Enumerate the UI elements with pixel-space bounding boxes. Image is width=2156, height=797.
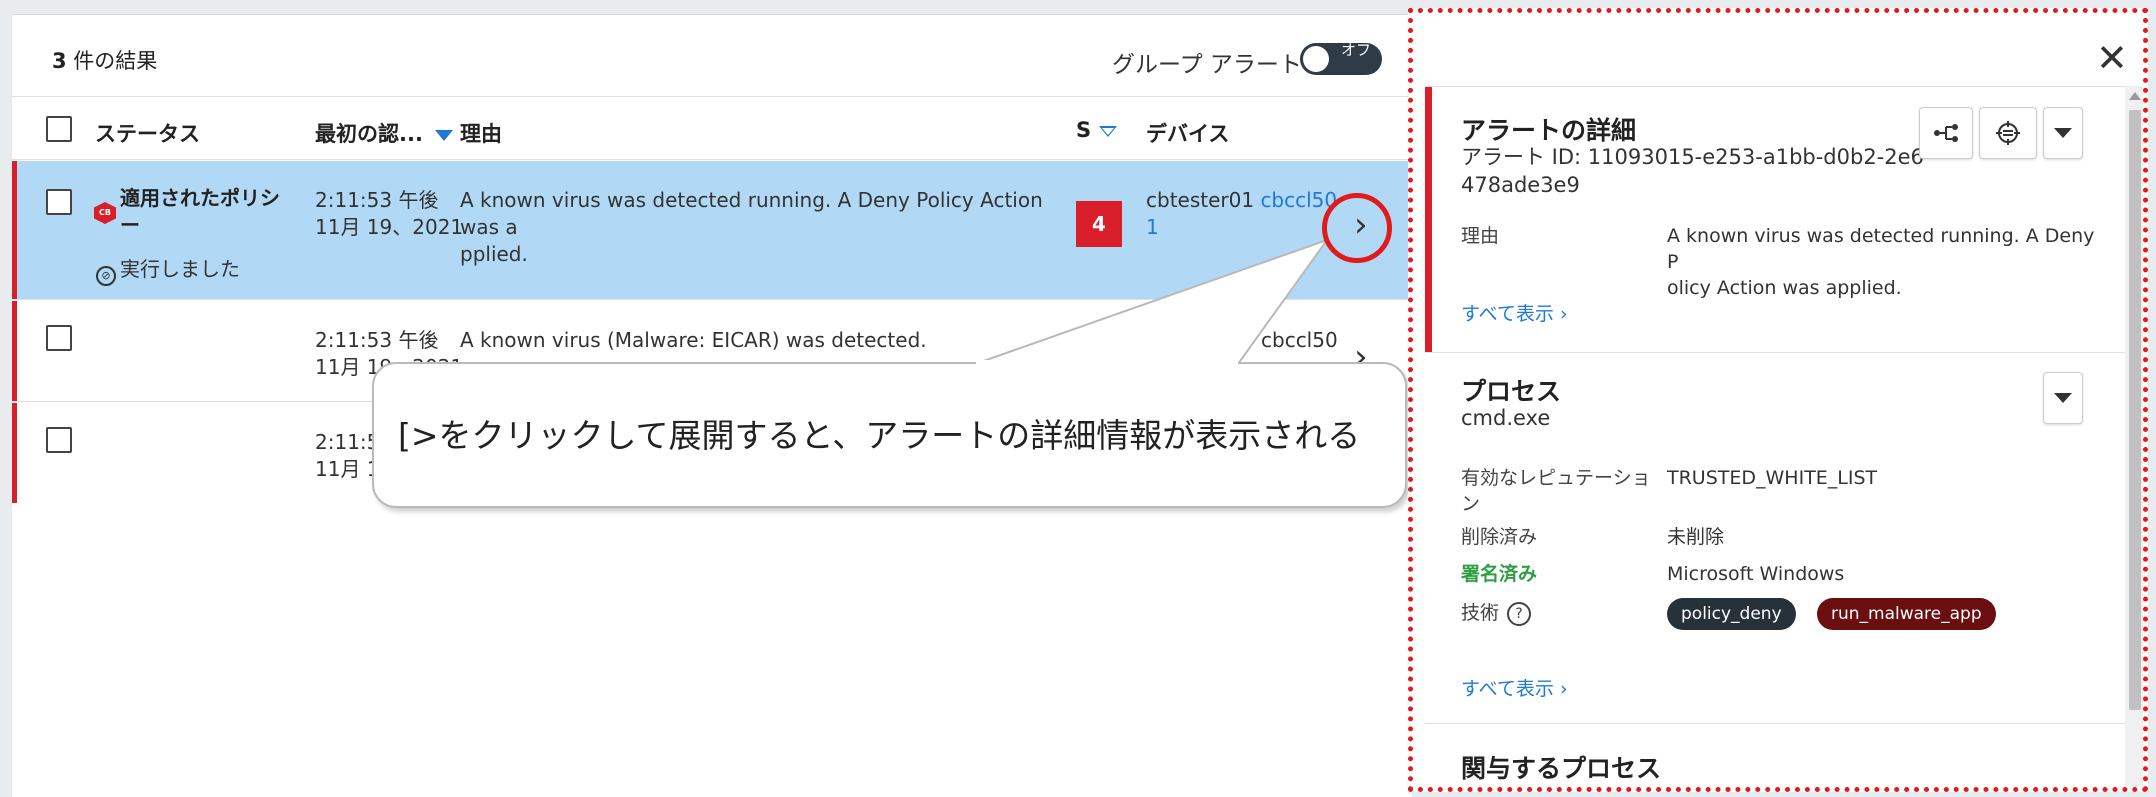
tag-policy-deny[interactable]: policy_deny: [1667, 598, 1796, 630]
process-section: プロセス cmd.exe 有効なレピュテーショ ン TRUSTED_WHITE_…: [1425, 354, 2125, 724]
help-icon[interactable]: ?: [1507, 602, 1532, 626]
annotation-callout: [>をクリックして展開すると、アラートの詳細情報が表示される: [372, 362, 1407, 508]
chevron-right-icon: ›: [1559, 678, 1568, 700]
involved-processes-title: 関与するプロセス: [1461, 754, 1662, 783]
callout-joint: [976, 360, 1238, 366]
actions-dropdown-button[interactable]: [2043, 107, 2083, 159]
alert-id-line-1: アラート ID: 11093015-e253-a1bb-d0b2-2e6: [1461, 145, 1924, 169]
details-scroll-area: アラートの詳細 アラート ID: 11093015-e253-a1bb-d0b2…: [1425, 86, 2125, 787]
alert-id-line-2: 478ade3e9: [1461, 173, 1580, 197]
deleted-value: 未削除: [1667, 526, 1725, 548]
tag-run-malware-app[interactable]: run_malware_app: [1817, 598, 1996, 630]
reputation-value: TRUSTED_WHITE_LIST: [1667, 467, 1878, 489]
reason-line-2: olicy Action was applied.: [1667, 277, 1902, 299]
reason-label: 理由: [1461, 225, 1500, 247]
process-title: プロセス: [1461, 377, 1562, 406]
alert-id: アラート ID: 11093015-e253-a1bb-d0b2-2e6 478…: [1461, 143, 1924, 199]
signed-value: Microsoft Windows: [1667, 563, 1845, 585]
show-all-link[interactable]: すべて表示 ›: [1461, 299, 1568, 326]
reputation-label: 有効なレピュテーショ ン: [1461, 465, 1651, 517]
scroll-up-icon[interactable]: [2129, 92, 2141, 100]
app-root: 3 件の結果 グループ アラート オフ ステータス 最初の認... 理由 S デ…: [0, 0, 2156, 797]
process-dropdown-button[interactable]: [2043, 372, 2083, 424]
process-tree-icon: [1934, 124, 1958, 142]
chevron-down-icon: [2054, 393, 2072, 403]
investigate-button[interactable]: [1979, 107, 2037, 159]
signed-label: 署名済み: [1461, 563, 1538, 585]
process-tree-button[interactable]: [1919, 107, 1973, 159]
reputation-label-line-1: 有効なレピュテーショ: [1461, 467, 1651, 489]
alert-details-title: アラートの詳細: [1461, 116, 1637, 145]
chevron-down-icon: [2054, 128, 2072, 138]
reason-value: A known virus was detected running. A De…: [1667, 223, 2107, 301]
severity-bar: [1425, 87, 1432, 352]
show-all-label: すべて表示: [1461, 303, 1554, 325]
investigate-icon: [1996, 121, 2020, 145]
scrollbar-thumb[interactable]: [2129, 110, 2141, 710]
reason-line-1: A known virus was detected running. A De…: [1667, 225, 2095, 273]
show-all-label: すべて表示: [1461, 678, 1554, 700]
chevron-right-icon: ›: [1559, 303, 1568, 325]
highlight-circle: [1322, 193, 1392, 263]
alert-details-section: アラートの詳細 アラート ID: 11093015-e253-a1bb-d0b2…: [1425, 87, 2125, 353]
reputation-label-line-2: ン: [1461, 493, 1481, 515]
involved-processes-section: 関与するプロセス: [1425, 725, 2125, 787]
deleted-label: 削除済み: [1461, 526, 1538, 548]
close-icon[interactable]: ✕: [2096, 39, 2128, 77]
show-all-link[interactable]: すべて表示 ›: [1461, 674, 1568, 701]
alert-details-panel: ✕ アラートの詳細 アラート ID: 11093015-e253-a1bb-d0…: [1408, 8, 2148, 792]
callout-text: [>をクリックして展開すると、アラートの詳細情報が表示される: [398, 416, 1361, 455]
details-scrollbar[interactable]: [2125, 86, 2143, 787]
technique-label: 技術?: [1461, 600, 1532, 626]
technique-label-text: 技術: [1461, 602, 1500, 624]
process-name: cmd.exe: [1461, 406, 1551, 430]
